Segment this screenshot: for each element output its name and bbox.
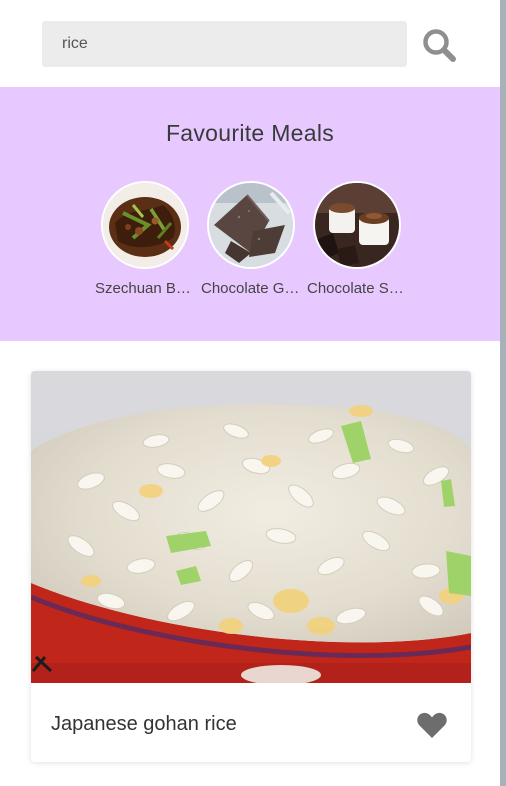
chocolate-cake-photo [209,183,293,267]
chocolate-souffle-photo [315,183,399,267]
favourite-item[interactable]: Chocolate Gateau [201,181,301,297]
favourite-name: Szechuan Beef [95,280,195,297]
favourite-item[interactable]: Szechuan Beef [95,181,195,297]
favourite-thumbnail[interactable] [101,181,189,269]
favourites-title: Favourite Meals [165,120,335,146]
favourite-thumbnail[interactable] [313,181,401,269]
favourite-thumbnail[interactable] [207,181,295,269]
favourite-button[interactable] [416,711,448,739]
meal-card[interactable]: Japanese gohan rice [31,371,471,762]
szechuan-beef-photo [103,183,187,267]
favourite-name: Chocolate Souffle [307,280,407,297]
meal-title: Japanese gohan rice [51,713,237,735]
search-input[interactable] [42,21,407,67]
heart-icon [417,712,447,738]
favourites-list: Szechuan Beef Chocolate Gat Chocolate So… [95,181,415,311]
favourites-panel: Favourite Meals Szechuan Beef Chocolate … [0,87,500,341]
app-window: Favourite Meals [0,0,500,786]
search-button[interactable] [420,26,460,64]
meal-footer: Japanese gohan rice [31,683,471,762]
favourite-item[interactable]: Chocolate Souffle [307,181,407,297]
meal-image[interactable] [31,371,471,683]
search-bar [0,0,500,87]
search-icon [423,29,456,62]
fried-rice-photo [31,371,471,683]
favourite-name: Chocolate Gateau [201,280,301,297]
